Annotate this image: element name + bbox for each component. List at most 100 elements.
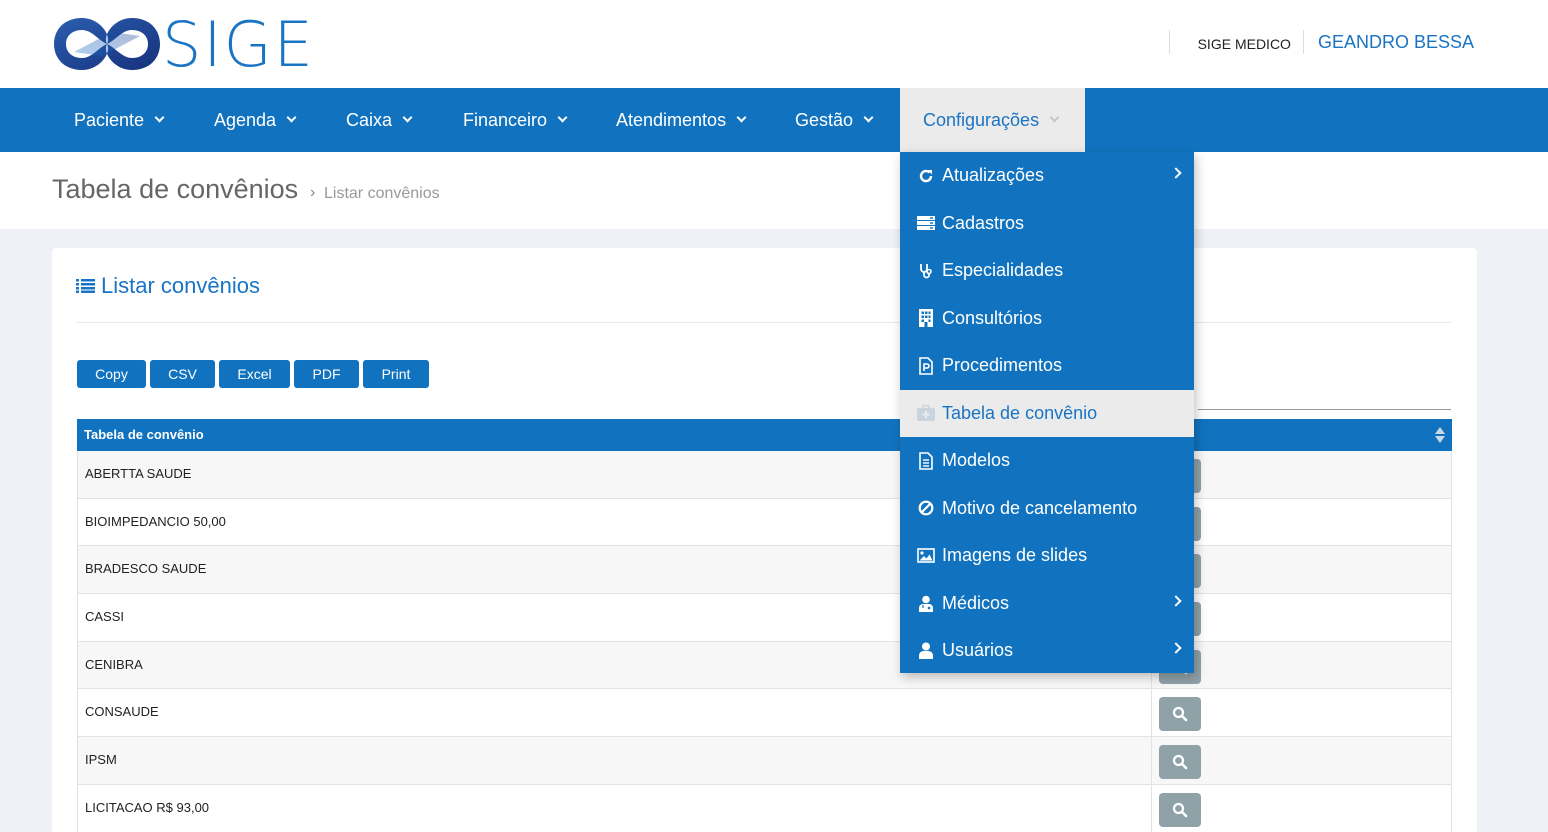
menu-item-label: Imagens de slides — [942, 545, 1088, 566]
excel-button[interactable]: Excel — [219, 360, 290, 388]
menu-item-label: Atualizações — [942, 165, 1045, 186]
menu-item-procedimentos[interactable]: Procedimentos — [900, 342, 1194, 390]
server-icon — [917, 214, 935, 232]
search-icon — [1172, 707, 1188, 722]
menu-item-label: Consultórios — [942, 307, 1043, 328]
search-icon — [1172, 802, 1188, 818]
nav-gestao[interactable]: Gestão — [795, 88, 874, 152]
nav-label: Paciente — [74, 109, 145, 130]
menu-item-consultorios[interactable]: Consultórios — [900, 295, 1194, 343]
nav-atendimentos[interactable]: Atendimentos — [616, 88, 747, 152]
column-header-tabela[interactable]: Tabela de convênio — [84, 427, 204, 442]
cell-divider — [1151, 784, 1152, 832]
stethoscope-icon — [917, 262, 935, 280]
top-bar: SIGE SIGE MEDICO GEANDRO BESSA — [0, 0, 1548, 88]
breadcrumb-separator: › — [310, 184, 316, 201]
building-icon — [917, 309, 935, 328]
table-row: CENIBRA — [77, 641, 1452, 690]
table-body: ABERTTA SAUDE BIOIMPEDANCIO 50,00 BRADES… — [77, 451, 1452, 832]
medkit-icon — [917, 404, 935, 422]
search-icon — [1172, 755, 1188, 770]
chevron-down-icon — [863, 112, 874, 123]
view-button[interactable] — [1159, 792, 1201, 827]
menu-item-label: Usuários — [942, 640, 1014, 661]
menu-item-modelos[interactable]: Modelos — [900, 437, 1194, 485]
convenio-name: BRADESCO SAUDE — [85, 561, 207, 577]
image-icon — [917, 547, 935, 565]
brand-name: SIGE — [162, 8, 315, 81]
nav-caixa[interactable]: Caixa — [346, 88, 413, 152]
menu-item-usuarios[interactable]: Usuários — [900, 627, 1194, 675]
convenio-name: BIOIMPEDANCIO 50,00 — [85, 513, 226, 529]
ban-icon — [917, 499, 935, 517]
nav-financeiro[interactable]: Financeiro — [463, 88, 568, 152]
table-row: ABERTTA SAUDE — [77, 451, 1452, 499]
csv-button[interactable]: CSV — [150, 360, 215, 388]
convenio-name: CENIBRA — [85, 656, 143, 672]
convenios-table: Tabela de convênio ABERTTA SAUDE BIOIMPE… — [77, 419, 1452, 832]
list-icon — [76, 279, 95, 293]
menu-item-motivo-cancelamento[interactable]: Motivo de cancelamento — [900, 485, 1194, 533]
menu-item-imagens-slides[interactable]: Imagens de slides — [900, 532, 1194, 580]
sort-icon[interactable] — [1434, 426, 1446, 444]
page-title: Tabela de convênios — [52, 174, 299, 204]
breadcrumb: Listar convênios — [324, 185, 440, 202]
chevron-down-icon — [402, 112, 413, 123]
page-header: Tabela de convênios › Listar convênios — [0, 152, 1548, 229]
menu-item-label: Médicos — [942, 592, 1010, 613]
cell-divider — [1151, 737, 1152, 784]
refresh-icon — [917, 167, 935, 185]
menu-item-label: Tabela de convênio — [942, 402, 1098, 423]
chevron-down-icon — [154, 112, 165, 123]
menu-item-atualizacoes[interactable]: Atualizações — [900, 152, 1194, 200]
sige-logo[interactable]: SIGE — [52, 8, 314, 81]
chevron-down-icon — [286, 112, 297, 123]
menu-item-cadastros[interactable]: Cadastros — [900, 200, 1194, 248]
print-button[interactable]: Print — [363, 360, 429, 388]
cell-divider — [1151, 689, 1152, 737]
pdf-button[interactable]: PDF — [294, 360, 359, 388]
table-row: IPSM — [77, 737, 1452, 785]
table-row: BRADESCO SAUDE — [77, 546, 1452, 595]
chevron-down-icon — [1049, 112, 1060, 123]
menu-item-label: Especialidades — [942, 260, 1064, 281]
search-field-underline — [1198, 409, 1451, 410]
nav-label: Caixa — [346, 109, 393, 130]
nav-label: Configurações — [923, 109, 1040, 130]
nav-paciente[interactable]: Paciente — [74, 88, 165, 152]
menu-item-tabela-convenio[interactable]: Tabela de convênio — [900, 389, 1194, 437]
nav-configuracoes[interactable]: Configurações — [900, 88, 1085, 152]
divider — [76, 322, 1451, 323]
menu-item-medicos[interactable]: Médicos — [900, 580, 1194, 628]
company-name: SIGE MEDICO — [1197, 36, 1291, 52]
table-row: CASSI — [77, 594, 1452, 642]
nav-label: Gestão — [795, 109, 854, 130]
table-row: CONSAUDE — [77, 689, 1452, 738]
menu-item-label: Procedimentos — [942, 355, 1063, 376]
user-menu[interactable]: GEANDRO BESSA — [1304, 32, 1474, 53]
export-buttons: Copy CSV Excel PDF Print — [77, 360, 429, 388]
table-row: BIOIMPEDANCIO 50,00 — [77, 498, 1452, 547]
chevron-down-icon — [557, 112, 568, 123]
menu-item-especialidades[interactable]: Especialidades — [900, 247, 1194, 295]
nav-label: Agenda — [214, 109, 277, 130]
menu-item-label: Modelos — [942, 450, 1011, 471]
copy-button[interactable]: Copy — [77, 360, 146, 388]
table-header[interactable]: Tabela de convênio — [77, 419, 1452, 451]
view-button[interactable] — [1159, 697, 1201, 732]
infinity-logo-icon — [54, 18, 160, 70]
card-title: Listar convênios — [76, 273, 260, 299]
chevron-down-icon — [736, 112, 747, 123]
file-p-icon — [917, 356, 935, 375]
convenio-name: IPSM — [85, 752, 117, 768]
nav-agenda[interactable]: Agenda — [214, 88, 297, 152]
convenio-name: CONSAUDE — [85, 704, 159, 720]
nav-label: Financeiro — [463, 109, 548, 130]
view-button[interactable] — [1159, 745, 1201, 780]
file-text-icon — [917, 451, 935, 470]
nav-label: Atendimentos — [616, 109, 727, 130]
configuracoes-dropdown: Atualizações Cadastros Especialidades Co… — [900, 152, 1194, 673]
menu-item-label: Cadastros — [942, 212, 1025, 233]
convenio-name: LICITACAO R$ 93,00 — [85, 799, 210, 815]
card-title-text: Listar convênios — [101, 273, 260, 298]
